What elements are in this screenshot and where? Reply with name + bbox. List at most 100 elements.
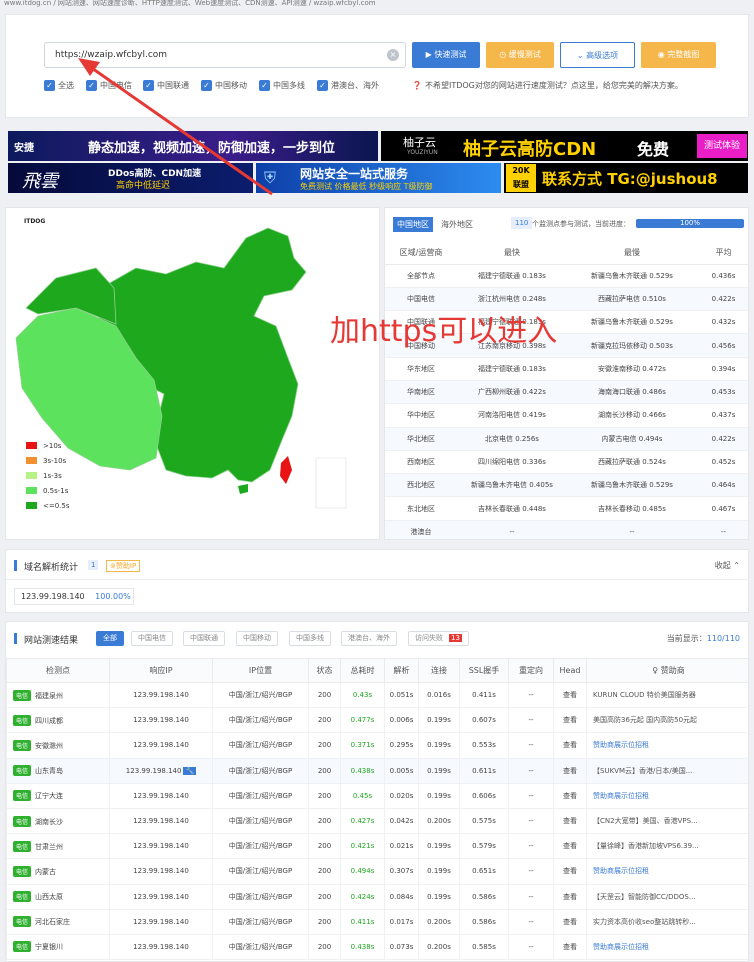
redirect-time: -- [508,707,554,734]
ip-cell: 123.99.198.140 [109,782,213,809]
tab-mobile[interactable]: 中国移动 [236,631,278,646]
ad-banner-security[interactable]: ⛨ 网站安全一站式服务 免费测试 价格最低 秒级响应 T级防御 [256,163,501,193]
region-row: 华中地区 河南洛阳电信 0.419s 湖南长沙移动 0.466s 0.437s [385,403,748,428]
full-screenshot-button[interactable]: ◉ 完整截图 [641,42,716,68]
average-time: 0.467s [697,496,748,521]
legend-item: <=0.5s [26,498,70,513]
slowest-node: 新疆乌鲁木齐联通 0.529s [567,264,697,288]
redirect-time: -- [508,757,554,784]
head-link[interactable]: 查看 [553,858,587,885]
status-code: 200 [308,858,341,885]
table-row: 电信 安徽滁州 123.99.198.140 中国/浙江/绍兴/BGP 200 0.371… [6,732,748,759]
sponsor-cell[interactable]: 赞助商展示位招租 [586,782,748,809]
total-time: 0.43s [340,681,385,709]
filter-overseas[interactable]: ✓ 港澳台、海外 [317,80,379,91]
legend-item: >10s [26,438,70,453]
average-time: 0.432s [697,310,748,335]
region-row: 华南地区 广西柳州联通 0.422s 海南海口联通 0.486s 0.453s [385,380,748,405]
tab-multiline[interactable]: 中国多线 [289,631,331,646]
fast-test-button[interactable]: ▶ 快速测试 [412,42,480,68]
sponsor-cell[interactable]: 【天罡云】智能防御CC/DDOS... [586,883,748,910]
status-code: 200 [308,833,341,860]
head-link[interactable]: 查看 [553,757,587,784]
connect-time: 0.200s [418,807,460,835]
head-link[interactable]: 查看 [553,732,587,759]
progress-fill: 100% [636,219,744,228]
sponsor-cell[interactable]: KURUN CLOUD 特价美国服务器 [586,681,748,709]
map-south-sea-box [315,457,347,509]
tab-failed[interactable]: 访问失败 13 [408,631,469,646]
tab-all[interactable]: 全部 [96,631,124,646]
head-link[interactable]: 查看 [553,681,587,709]
node-name: 湖南长沙 [35,817,64,826]
node-name: 内蒙古 [35,867,57,876]
dns-time: 0.307s [384,858,419,885]
region-name: 西北地区 [385,473,457,498]
head-link[interactable]: 查看 [553,908,587,935]
ad-banner-feiyun[interactable]: 飛雲 DDos高防、CDN加速 高命中低延迟 [8,163,253,193]
sponsor-cell[interactable]: 实力资本高价收seo整站跳转秒... [586,908,748,935]
ip-location: 中国/浙江/绍兴/BGP [212,933,309,961]
ip-cell: 123.99.198.140 🔧 [109,757,213,784]
node-name: 甘肃兰州 [35,842,64,851]
response-ip: 123.99.198.140 [125,766,182,775]
redirect-time: -- [508,933,554,961]
ip-cell: 123.99.198.140 [109,908,213,935]
head-link[interactable]: 查看 [553,707,587,734]
ad-banner-youzi[interactable]: 柚子云 YOUZIYUN 柚子云高防CDN 免费 测试体验 [381,131,748,161]
tab-overseas[interactable]: 港澳台、海外 [341,631,397,646]
isp-tag: 电信 [13,941,32,953]
status-code: 200 [308,707,341,734]
ip-location: 中国/浙江/绍兴/BGP [212,681,309,709]
opt-out-tip[interactable]: ❓ 不希望ITDOG对您的网站进行速度测试？点这里，给您完美的解决方案。 [412,80,683,91]
ssl-time: 0.606s [459,782,509,809]
tab-unicom[interactable]: 中国联通 [183,631,225,646]
head-link[interactable]: 查看 [553,807,587,835]
sponsor-cell[interactable]: 赞助商展示位招租 [586,858,748,885]
sponsor-cell[interactable]: 【SUKVM云】香港/日本/美国... [586,757,748,784]
tab-china[interactable]: 中国地区 [393,217,433,232]
url-input[interactable]: https://wzaip.wfcbyl.com × [44,42,406,68]
filter-multiline[interactable]: ✓ 中国多线 [259,80,305,91]
sponsor-cell[interactable]: 【CN2大宽带】美国、香港VPS... [586,807,748,835]
node-name: 宁夏银川 [35,943,64,952]
node-cell: 电信 山东青岛 [6,757,110,784]
head-link[interactable]: 查看 [553,933,587,961]
head-link[interactable]: 查看 [553,883,587,910]
filter-telecom[interactable]: ✓ 中国电信 [86,80,132,91]
sponsor-ip-badge[interactable]: ⊚赞助IP [106,560,141,572]
fastest-node: -- [457,520,567,539]
head-link[interactable]: 查看 [553,782,587,809]
response-ip: 123.99.198.140 [133,817,189,826]
fastest-node: 福建宁德联通 0.183s [457,357,567,381]
ip-cell: 123.99.198.140 [109,732,213,759]
wrench-icon[interactable]: 🔧 [183,766,197,775]
clear-icon[interactable]: × [387,49,399,61]
clock-icon: ◷ [499,50,509,59]
redirect-time: -- [508,908,554,935]
node-name: 山西太原 [35,893,64,902]
head-link[interactable]: 查看 [553,833,587,860]
isp-tag: 电信 [13,840,32,852]
slow-test-button[interactable]: ◷ 缓慢测试 [486,42,554,68]
collapse-button[interactable]: 收起 ⌃ [715,560,740,571]
tab-overseas[interactable]: 海外地区 [441,219,473,230]
average-time: 0.436s [697,264,748,288]
filter-mobile[interactable]: ✓ 中国移动 [201,80,247,91]
tab-telecom[interactable]: 中国电信 [131,631,173,646]
sponsor-cell[interactable]: 赞助商展示位招租 [586,933,748,961]
col-dns: 解析 [384,658,419,683]
ad-banner-20k[interactable]: 20K 联盟 联系方式 TG:@jushou8 [504,163,748,193]
status-code: 200 [308,732,341,759]
filter-all[interactable]: ✓ 全选 [44,80,74,91]
ssl-time: 0.585s [459,933,509,961]
sponsor-cell[interactable]: 赞助商展示位招租 [586,732,748,759]
filter-unicom[interactable]: ✓ 中国联通 [143,80,189,91]
sponsor-cell[interactable]: 美国高防36元起 国内高防50元起 [586,707,748,734]
isp-tag: 电信 [13,865,32,877]
anjie-logo: 安捷 [14,143,34,154]
sponsor-cell[interactable]: 【量徐峰】香港新加坡VPS6.39... [586,833,748,860]
advanced-options-button[interactable]: ⌄ 高级选项 [560,42,635,68]
node-cell: 电信 湖南长沙 [6,807,110,835]
ad-banner-anjie[interactable]: 安捷 静态加速，视频加速，防御加速，一步到位 [8,131,378,161]
